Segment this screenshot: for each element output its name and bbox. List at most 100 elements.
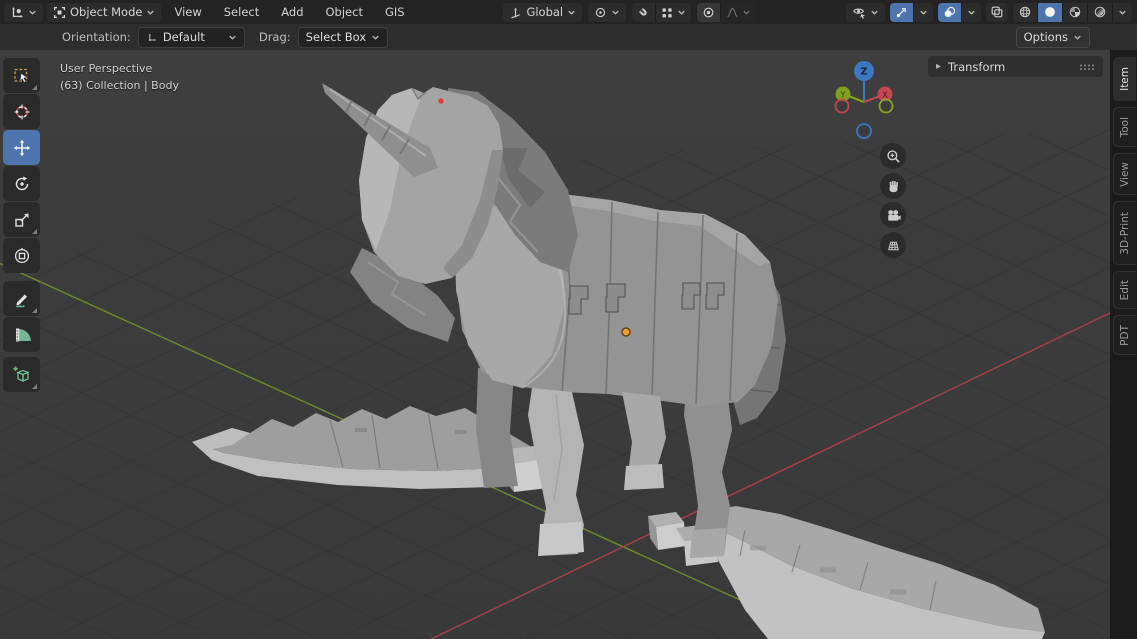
snap-settings-dropdown[interactable] [656, 3, 691, 22]
shading-material-button[interactable] [1063, 3, 1087, 22]
3d-scene[interactable]: Z Y X [0, 50, 1137, 639]
camera-view-button[interactable] [880, 202, 906, 228]
shading-rendered-button[interactable] [1088, 3, 1112, 22]
shading-settings-dropdown[interactable] [1113, 3, 1132, 22]
chevron-down-icon [28, 8, 37, 17]
chevron-down-icon [967, 8, 976, 17]
drag-dropdown-value: Select Box [306, 30, 367, 44]
editor-type-button[interactable] [4, 3, 43, 22]
chevron-down-icon [742, 8, 751, 17]
overlays-icon [943, 6, 956, 19]
3d-viewport[interactable]: Z Y X User Perspective (63) Collection |… [0, 50, 1137, 639]
select-box-icon [13, 67, 31, 85]
tool-move[interactable] [3, 130, 40, 165]
xray-icon [990, 5, 1004, 19]
hand-icon [886, 179, 901, 194]
shading-wireframe-button[interactable] [1013, 3, 1037, 22]
show-gizmo-toggle[interactable] [890, 3, 913, 22]
mode-dropdown[interactable]: Object Mode [47, 3, 161, 22]
solid-sphere-icon [1043, 5, 1057, 19]
gizmo-minus-y-axis[interactable] [880, 100, 893, 113]
orientation-dropdown[interactable]: Default [138, 27, 245, 48]
chevron-down-icon [1118, 8, 1127, 17]
pan-button[interactable] [880, 173, 906, 199]
menu-object[interactable]: Object [317, 0, 372, 24]
menu-view[interactable]: View [165, 0, 210, 24]
drag-grip-icon[interactable] [1079, 63, 1095, 71]
zoom-button[interactable] [880, 143, 906, 169]
tab-edit[interactable]: Edit [1113, 271, 1136, 309]
gizmo-settings-dropdown[interactable] [914, 3, 933, 22]
object-mode-icon [53, 6, 66, 19]
chevron-down-icon [146, 8, 155, 17]
rotate-icon [13, 175, 31, 193]
pivot-point-icon [594, 6, 607, 19]
shading-solid-button[interactable] [1038, 3, 1062, 22]
drag-dropdown[interactable]: Select Box [298, 27, 389, 48]
tab-view[interactable]: View [1113, 153, 1136, 195]
ortho-toggle-button[interactable] [880, 232, 906, 258]
gizmo-x-label: X [882, 91, 888, 100]
tool-add-cube[interactable] [3, 357, 40, 392]
tab-tool[interactable]: Tool [1113, 107, 1136, 147]
panel-title: Transform [948, 60, 1005, 74]
options-dropdown[interactable]: Options [1016, 27, 1090, 48]
menu-gis[interactable]: GIS [376, 0, 414, 24]
transform-orientation-dropdown[interactable]: Global [503, 3, 582, 22]
cursor-orientation-icon [146, 31, 158, 43]
tool-rotate[interactable] [3, 166, 40, 201]
tool-scale[interactable] [3, 202, 40, 237]
orientation-dropdown-value: Default [163, 30, 205, 44]
options-label: Options [1024, 30, 1068, 44]
gizmo-y-label: Y [840, 91, 846, 100]
falloff-curve-icon [726, 6, 739, 19]
model-eye [438, 98, 443, 103]
3d-viewport-editor-icon [10, 5, 24, 19]
blender-window: Object Mode View Select Add Object GIS G… [0, 0, 1137, 639]
tab-pdt[interactable]: PDT [1113, 315, 1136, 355]
tab-3d-print[interactable]: 3D-Print [1113, 201, 1136, 265]
orientation-axes-icon [509, 6, 522, 19]
3d-cursor-icon [13, 103, 31, 121]
navigation-gizmo[interactable]: Z Y X [836, 61, 893, 138]
menu-add[interactable]: Add [272, 0, 312, 24]
magnet-icon [637, 6, 650, 19]
move-icon [13, 139, 31, 157]
object-visibility-dropdown[interactable] [846, 3, 885, 22]
tool-annotate[interactable] [3, 281, 40, 316]
chevron-down-icon [1073, 33, 1082, 42]
transform-panel-header[interactable]: ▸ Transform [928, 56, 1103, 77]
proportional-editing-toggle[interactable] [697, 3, 720, 22]
measure-icon [13, 326, 31, 344]
add-cube-icon [12, 365, 31, 384]
material-sphere-icon [1068, 5, 1082, 19]
tool-cursor[interactable] [3, 94, 40, 129]
tab-item[interactable]: Item [1113, 57, 1136, 101]
snap-increment-icon [661, 6, 674, 19]
show-overlays-toggle[interactable] [938, 3, 961, 22]
proportional-editing-icon [702, 6, 715, 19]
tool-transform[interactable] [3, 238, 40, 273]
chevron-down-icon [919, 8, 928, 17]
menu-select[interactable]: Select [215, 0, 268, 24]
orientation-value: Global [526, 5, 563, 19]
drag-label: Drag: [259, 30, 291, 44]
chevron-down-icon [677, 8, 686, 17]
xray-toggle[interactable] [986, 3, 1008, 22]
pivot-point-dropdown[interactable] [588, 3, 626, 22]
camera-icon [886, 208, 901, 223]
wireframe-sphere-icon [1018, 5, 1032, 19]
rendered-sphere-icon [1093, 5, 1107, 19]
gizmo-minus-x-axis[interactable] [836, 100, 849, 113]
proportional-falloff-dropdown[interactable] [721, 3, 756, 22]
tool-measure[interactable] [3, 317, 40, 352]
tool-select-box[interactable] [3, 58, 40, 93]
object-origin-point [622, 328, 630, 336]
gizmo-minus-z-axis[interactable] [857, 124, 871, 138]
mode-label: Object Mode [70, 5, 142, 19]
snap-toggle-button[interactable] [632, 3, 655, 22]
expand-chevron-icon: ▸ [936, 61, 941, 72]
overlays-settings-dropdown[interactable] [962, 3, 981, 22]
perspective-grid-icon [886, 238, 901, 253]
chevron-down-icon [567, 8, 576, 17]
